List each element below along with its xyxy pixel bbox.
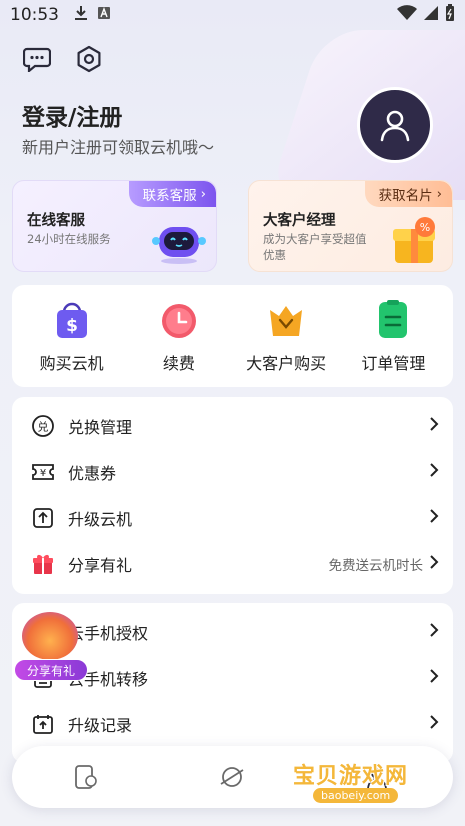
- menu-item-label: 兑换管理: [68, 418, 133, 437]
- chevron-right-icon: [429, 416, 439, 436]
- chevron-right-icon: [429, 622, 439, 642]
- renew-label: 续费: [162, 354, 195, 373]
- user-icon: [380, 110, 410, 142]
- gift-bag-icon: [22, 612, 78, 660]
- shopping-bag-icon: $: [50, 298, 94, 342]
- online-service-subtitle: 24小时在线服务: [27, 232, 111, 246]
- watermark-text: 宝贝游戏网: [293, 764, 409, 789]
- chevron-right-icon: [429, 714, 439, 734]
- signal-icon: [423, 5, 439, 26]
- svg-text:兑: 兑: [38, 420, 49, 434]
- order-management-label: 订单管理: [361, 354, 426, 373]
- gift-icon: [30, 551, 56, 577]
- account-manager-card[interactable]: 获取名片 › 大客户经理 成为大客户享受超值优惠 %: [248, 180, 453, 272]
- gift-box-icon: %: [389, 215, 443, 271]
- menu-group-1: 兑 兑换管理 ¥ 优惠券 升级云机 分享有礼 免费送云机时长: [12, 397, 453, 594]
- svg-text:%: %: [420, 221, 430, 234]
- menu-item-share[interactable]: 分享有礼 免费送云机时长: [12, 541, 453, 587]
- app-notification-icon: [97, 5, 111, 25]
- status-time: 10:53: [10, 5, 59, 25]
- tab-cloud-phone[interactable]: [70, 762, 100, 792]
- header-toolbar: [22, 44, 104, 74]
- message-icon[interactable]: [22, 44, 52, 74]
- buy-cloud-phone-label: 购买云机: [39, 354, 104, 373]
- online-service-card[interactable]: 联系客服 › 在线客服 24小时在线服务: [12, 180, 217, 272]
- online-service-title: 在线客服: [27, 213, 85, 229]
- login-title[interactable]: 登录/注册: [22, 98, 122, 132]
- menu-item-label: 升级记录: [68, 716, 133, 735]
- chevron-right-icon: ›: [436, 186, 442, 202]
- robot-icon: [151, 219, 207, 269]
- menu-item-label: 优惠券: [68, 464, 117, 483]
- share-reward-hint: 免费送云机时长: [328, 558, 424, 574]
- alarm-clock-icon: [157, 298, 201, 342]
- contact-service-label: 联系客服: [142, 188, 197, 204]
- share-reward-float-button[interactable]: 分享有礼: [14, 612, 88, 684]
- chevron-right-icon: [429, 668, 439, 688]
- battery-icon: [445, 3, 455, 27]
- menu-item-coupon[interactable]: ¥ 优惠券: [12, 449, 453, 495]
- coupon-icon: ¥: [30, 459, 56, 485]
- menu-item-label: 分享有礼: [68, 556, 133, 575]
- enterprise-purchase-button[interactable]: 大客户购买: [236, 298, 336, 374]
- menu-item-label: 升级云机: [68, 510, 133, 529]
- upgrade-icon: [30, 505, 56, 531]
- avatar[interactable]: [357, 87, 433, 163]
- login-subtitle: 新用户注册可领取云机哦～: [22, 138, 215, 157]
- account-manager-title: 大客户经理: [263, 213, 336, 229]
- account-manager-subtitle: 成为大客户享受超值优惠: [263, 232, 367, 262]
- tab-discover[interactable]: [217, 762, 247, 792]
- menu-item-upgrade[interactable]: 升级云机: [12, 495, 453, 541]
- share-reward-float-label: 分享有礼: [14, 659, 88, 681]
- settings-icon[interactable]: [74, 44, 104, 74]
- chevron-right-icon: ›: [200, 186, 206, 202]
- upgrade-record-icon: [30, 711, 56, 737]
- order-management-button[interactable]: 订单管理: [343, 298, 443, 374]
- buy-cloud-phone-button[interactable]: $ 购买云机: [22, 298, 122, 374]
- svg-text:$: $: [66, 316, 78, 336]
- chevron-right-icon: [429, 508, 439, 528]
- watermark: 宝贝游戏网 baobeiy.com: [285, 738, 435, 808]
- menu-item-redeem[interactable]: 兑 兑换管理: [12, 403, 453, 449]
- phone-icon: [75, 765, 97, 789]
- planet-icon: [220, 767, 244, 787]
- status-bar: 10:53: [0, 0, 465, 30]
- watermark-url: baobeiy.com: [313, 788, 399, 803]
- download-icon: [73, 5, 89, 26]
- quick-actions-panel: $ 购买云机 续费 大客户购买 订单管理: [12, 285, 453, 387]
- get-card-tag[interactable]: 获取名片 ›: [364, 181, 452, 207]
- enterprise-purchase-label: 大客户购买: [246, 354, 327, 373]
- wifi-icon: [397, 4, 417, 26]
- contact-service-tag[interactable]: 联系客服 ›: [128, 181, 216, 207]
- svg-text:¥: ¥: [40, 468, 46, 479]
- chevron-right-icon: [429, 462, 439, 482]
- get-card-label: 获取名片: [378, 188, 433, 204]
- order-list-icon: [371, 298, 415, 342]
- renew-button[interactable]: 续费: [129, 298, 229, 374]
- redeem-icon: 兑: [30, 413, 56, 439]
- chevron-right-icon: [429, 554, 439, 574]
- crown-bag-icon: [264, 298, 308, 342]
